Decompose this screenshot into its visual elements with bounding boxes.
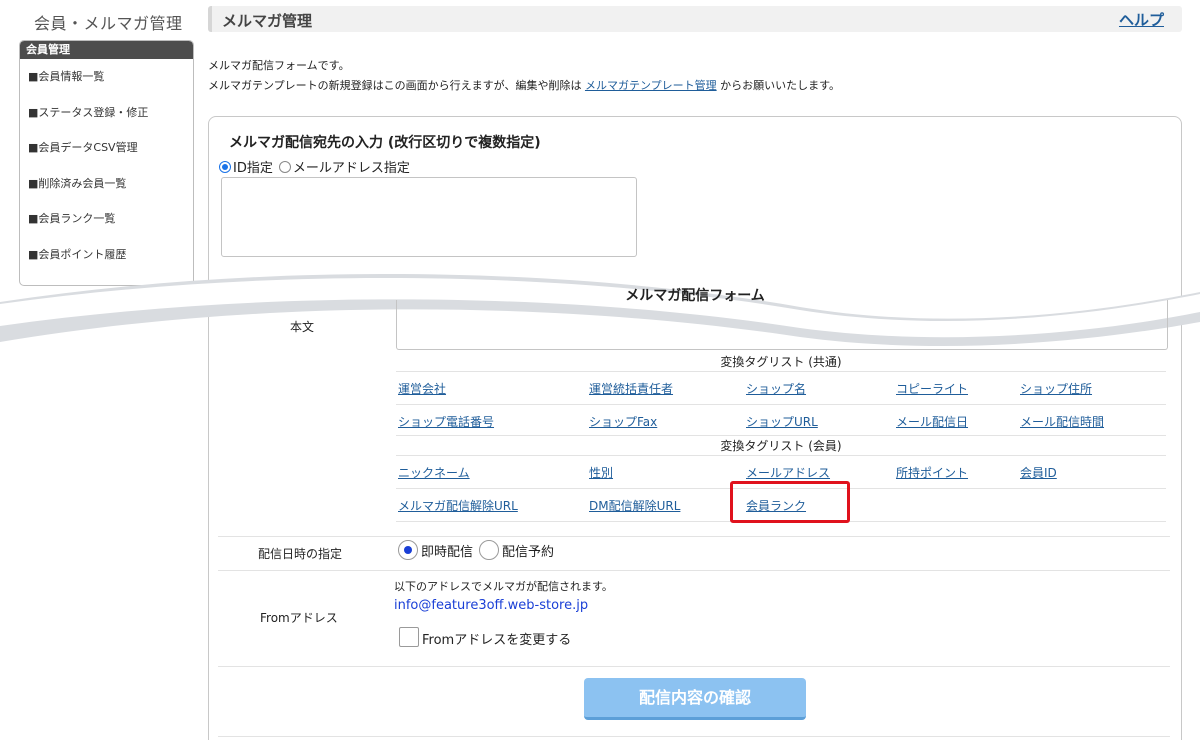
tag-row: 運営会社 運営統括責任者 ショップ名 コピーライト ショップ住所: [396, 372, 1166, 405]
tag-link[interactable]: 性別: [589, 464, 613, 481]
radio-email[interactable]: [278, 160, 291, 173]
tag-row: ショップ電話番号 ショップFax ショップURL メール配信日 メール配信時間: [396, 405, 1166, 436]
change-from-label: Fromアドレスを変更する: [422, 633, 572, 648]
help-link[interactable]: ヘルプ: [1119, 9, 1164, 30]
tag-link[interactable]: 会員ID: [1020, 464, 1057, 481]
destination-heading: メルマガ配信宛先の入力 (改行区切りで複数指定): [229, 135, 541, 151]
tag-link[interactable]: メール配信日: [896, 413, 968, 430]
radio-id[interactable]: [219, 160, 231, 173]
page-title: メルマガ管理: [222, 12, 313, 30]
divider: [218, 570, 1170, 571]
change-from-checkbox[interactable]: [399, 627, 419, 647]
tag-link[interactable]: 所持ポイント: [896, 464, 968, 481]
radio-scheduled[interactable]: [479, 540, 500, 560]
divider: [218, 536, 1170, 537]
body-label: 本文: [290, 320, 315, 334]
app-title: 会員・メルマガ管理: [34, 14, 183, 33]
highlight-box: [730, 481, 850, 523]
sidebar-item-status[interactable]: ■ステータス登録・修正: [20, 95, 193, 131]
sidebar-item-rank[interactable]: ■会員ランク一覧: [20, 201, 193, 237]
sidebar-item-csv[interactable]: ■会員データCSV管理: [20, 130, 193, 166]
tag-link[interactable]: DM配信解除URL: [589, 497, 680, 514]
radio-email-label: メールアドレス指定: [292, 161, 410, 176]
radio-id-label: ID指定: [233, 161, 273, 176]
tag-link[interactable]: ニックネーム: [398, 464, 470, 481]
divider: [218, 666, 1170, 667]
template-manage-link[interactable]: メルマガテンプレート管理: [585, 79, 717, 92]
tag-link[interactable]: メルマガ配信解除URL: [398, 497, 518, 514]
tag-link[interactable]: メールアドレス: [746, 464, 830, 481]
tag-section-member: 変換タグリスト (会員): [396, 436, 1166, 456]
tag-section-common: 変換タグリスト (共通): [396, 352, 1166, 372]
delivery-label: 配信日時の指定: [258, 547, 343, 561]
body-textarea[interactable]: [396, 300, 1168, 350]
intro-text: メルマガ配信フォームです。 メルマガテンプレートの新規登録はこの画面から行えます…: [208, 56, 840, 96]
header-bar: メルマガ管理 ヘルプ: [208, 6, 1182, 32]
intro-line-2: メルマガテンプレートの新規登録はこの画面から行えますが、編集や削除は メルマガテ…: [208, 76, 840, 96]
from-note: 以下のアドレスでメルマガが配信されます。: [394, 580, 613, 593]
tag-link[interactable]: 運営統括責任者: [589, 380, 673, 397]
destination-type-group: ID指定 メールアドレス指定: [219, 157, 410, 176]
sidebar: 会員管理 ■会員情報一覧 ■ステータス登録・修正 ■会員データCSV管理 ■削除…: [19, 40, 194, 286]
intro-text-before: メルマガテンプレートの新規登録はこの画面から行えますが、編集や削除は: [208, 79, 582, 92]
tag-link[interactable]: ショップ住所: [1020, 380, 1092, 397]
sidebar-item-member-list[interactable]: ■会員情報一覧: [20, 59, 193, 95]
tag-link[interactable]: ショップ電話番号: [398, 413, 494, 430]
divider: [218, 736, 1170, 737]
tag-link[interactable]: 運営会社: [398, 380, 446, 397]
from-label: Fromアドレス: [260, 611, 338, 625]
intro-text-after: からお願いいたします。: [720, 79, 841, 92]
tag-link[interactable]: メール配信時間: [1020, 413, 1104, 430]
radio-immediate-label: 即時配信: [421, 544, 474, 560]
radio-scheduled-label: 配信予約: [502, 544, 555, 560]
sidebar-heading: 会員管理: [20, 41, 193, 59]
tag-link[interactable]: ショップFax: [589, 413, 657, 430]
confirm-button[interactable]: 配信内容の確認: [584, 678, 806, 720]
tag-link[interactable]: ショップURL: [746, 413, 818, 430]
from-address: info@feature3off.web-store.jp: [394, 598, 589, 613]
tag-link[interactable]: コピーライト: [896, 380, 968, 397]
tag-link[interactable]: ショップ名: [746, 380, 806, 397]
destination-textarea[interactable]: [221, 177, 637, 257]
sidebar-item-deleted[interactable]: ■削除済み会員一覧: [20, 166, 193, 202]
delivery-option-group: 即時配信 配信予約: [398, 540, 554, 560]
intro-line-1: メルマガ配信フォームです。: [208, 59, 350, 72]
radio-immediate[interactable]: [398, 540, 418, 560]
